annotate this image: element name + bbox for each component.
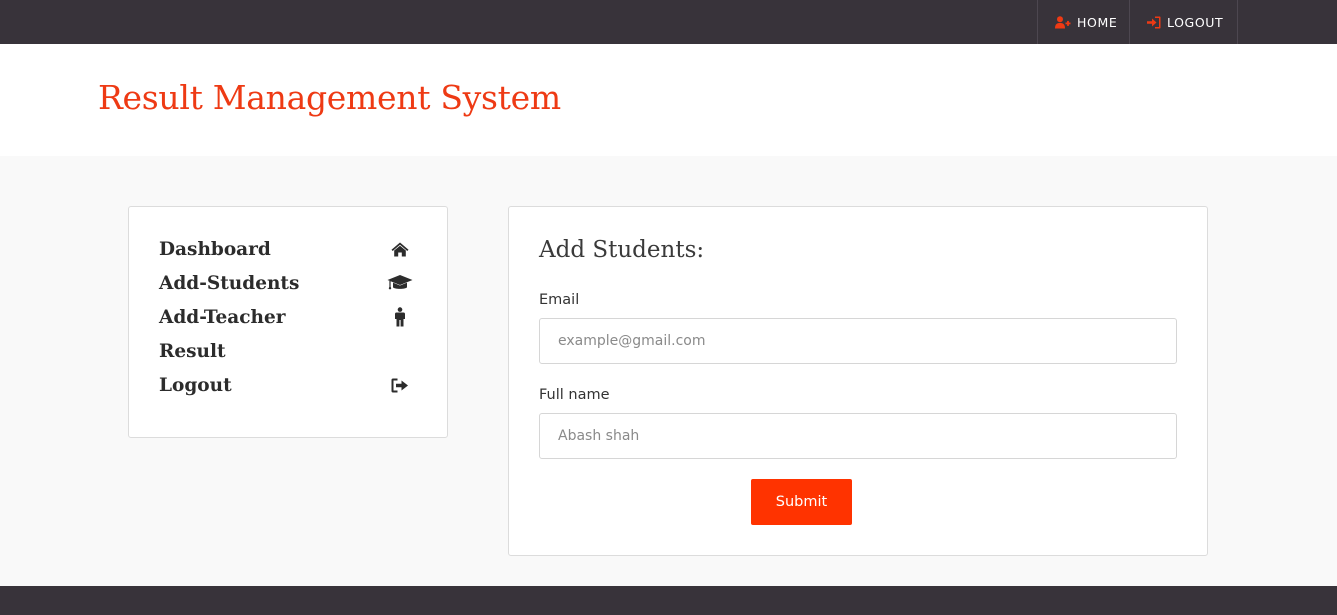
sidebar-item-add-teacher[interactable]: Add-Teacher [159,302,413,332]
nav-logout-link[interactable]: LOGOUT [1129,0,1238,44]
sidebar-item-logout[interactable]: Logout [159,370,413,400]
home-icon [387,242,413,257]
sidebar-item-add-students[interactable]: Add-Students [159,268,413,298]
sidebar-item-result[interactable]: Result [159,336,413,366]
full-name-field[interactable] [539,413,1177,459]
add-student-form: Add Students: Email Full name Submit [508,206,1208,556]
person-icon [387,307,413,327]
nav-home-label: HOME [1077,14,1118,30]
form-title: Add Students: [539,237,705,263]
sidebar-item-label: Dashboard [159,238,271,260]
site-title: Result Management System [98,78,561,117]
site-header: Result Management System [0,44,1337,156]
graduation-cap-icon [387,274,413,292]
footer [0,586,1337,615]
add-user-icon [1055,15,1071,29]
email-label: Email [539,292,580,308]
nav-home-link[interactable]: HOME [1037,0,1130,44]
sidebar: Dashboard Add-Students Add-Teacher Resul… [128,206,448,438]
sidebar-item-label: Logout [159,374,232,396]
sidebar-item-label: Add-Students [159,272,300,294]
submit-button[interactable]: Submit [751,479,852,525]
sign-out-icon [387,378,413,393]
email-field[interactable] [539,318,1177,364]
top-navbar: HOME LOGOUT [0,0,1337,44]
full-name-label: Full name [539,387,610,403]
sign-in-icon [1147,16,1161,29]
nav-logout-label: LOGOUT [1167,14,1224,30]
sidebar-item-dashboard[interactable]: Dashboard [159,234,413,264]
sidebar-item-label: Add-Teacher [159,306,286,328]
sidebar-item-label: Result [159,340,226,362]
